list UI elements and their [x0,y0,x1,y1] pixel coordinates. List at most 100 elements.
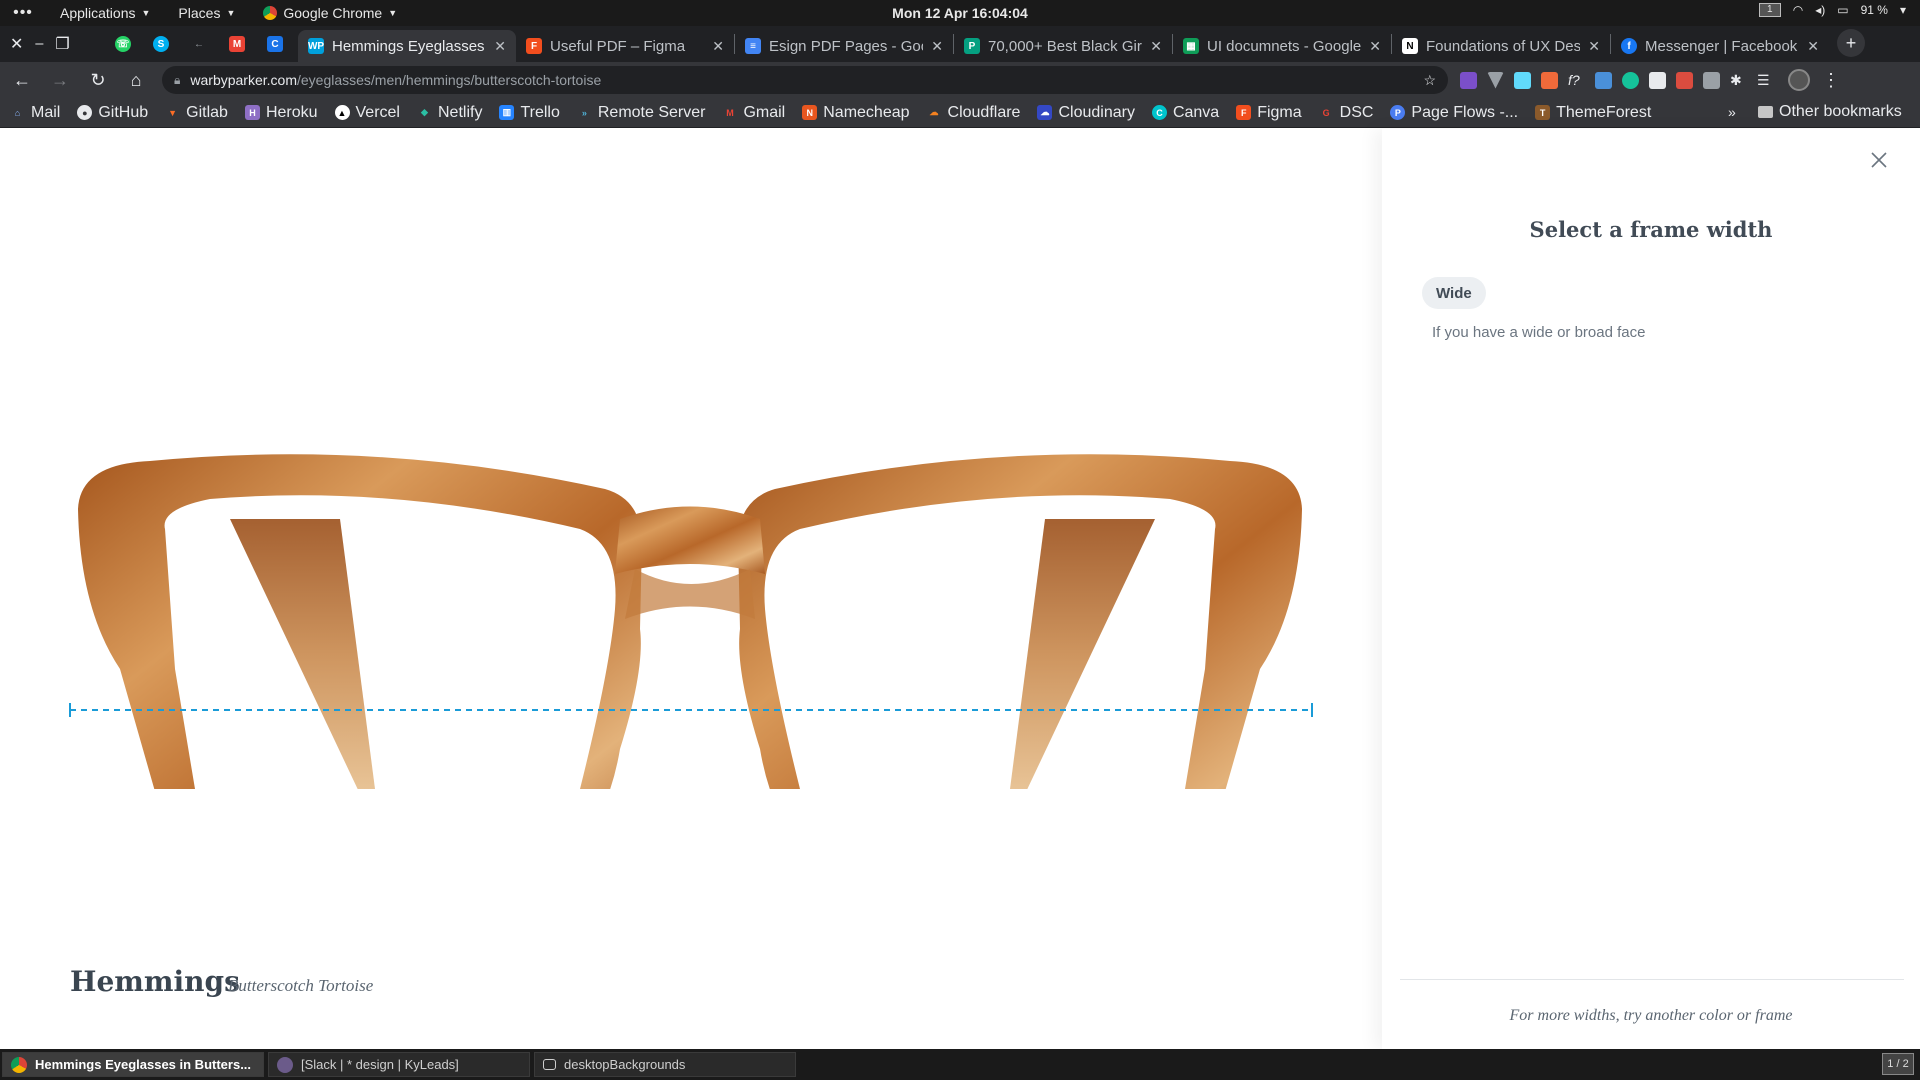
applications-menu[interactable]: Applications ▼ [46,5,164,21]
places-label: Places [178,5,221,21]
tab-ui-documents[interactable]: ▦ UI documnets - Google Sheets ✕ [1173,30,1391,62]
bookmark-page-flows[interactable]: P Page Flows -... [1390,104,1518,122]
whatfont-extension-icon[interactable]: f? [1568,72,1585,89]
bookmark-label: Trello [520,103,560,121]
minimize-window-icon[interactable]: ⎯ [35,35,43,53]
gitlab-icon: ▼ [168,107,178,118]
close-icon[interactable] [1868,149,1890,171]
reload-button[interactable]: ↻ [82,64,114,96]
chrome-menu-icon[interactable]: ⋮ [1822,70,1840,91]
react-devtools-icon[interactable] [1514,71,1531,89]
google-docs-icon: ≡ [745,38,761,54]
chrome-icon [11,1056,27,1073]
bookmark-mail[interactable]: ⌂ Mail [10,103,61,122]
tab-black-girl-photos[interactable]: P 70,000+ Best Black Girl Photos ✕ [954,30,1172,62]
places-menu[interactable]: Places ▼ [164,5,249,21]
system-top-bar: ••• Applications ▼ Places ▼ Google Chrom… [0,0,1920,26]
lastpass-extension-icon[interactable] [1541,71,1558,89]
bookmark-trello[interactable]: ▥ Trello [499,103,560,122]
app-menu-chrome[interactable]: Google Chrome ▼ [249,5,411,21]
bookmark-vercel[interactable]: ▲ Vercel [334,103,400,122]
reading-list-icon[interactable]: ☰ [1757,72,1774,89]
taskbar-item-slack[interactable]: [Slack | * design | KyLeads] [268,1052,530,1077]
puzzle-extensions-icon[interactable]: ✱ [1730,72,1747,89]
bookmark-label: Mail [31,103,61,121]
clipboard-extension-icon[interactable] [1703,71,1720,89]
bookmark-label: Netlify [437,103,483,121]
bookmark-github[interactable]: ● GitHub [77,104,148,122]
bookmark-gmail[interactable]: M Gmail [722,104,785,122]
bookmark-label: GitHub [98,103,149,121]
bookmark-cloudflare[interactable]: ☁ Cloudflare [927,104,1021,122]
gmail-icon: M [726,107,734,118]
bookmark-cloudinary[interactable]: ☁ Cloudinary [1037,103,1135,122]
screen-capture-extension-icon[interactable] [1595,71,1612,89]
close-tab-icon[interactable]: ✕ [494,38,506,55]
tab-hemmings-eyeglasses[interactable]: WP Hemmings Eyeglasses in Butterscotch T… [298,30,516,62]
vuetify-extension-icon[interactable] [1487,71,1504,89]
workspace-pager[interactable]: 1 / 2 [1882,1053,1914,1075]
bookmark-star-icon[interactable]: ☆ [1423,72,1436,89]
address-bar[interactable]: 🔒︎ warbyparker.com/eyeglasses/men/hemmin… [162,66,1448,94]
workspace-indicator[interactable]: 1 [1758,3,1781,17]
taskbar-item-folder[interactable]: desktopBackgrounds [534,1052,796,1077]
bookmark-themeforest[interactable]: T ThemeForest [1535,104,1651,122]
pinned-tab-gmail[interactable]: M [222,30,252,58]
url-text[interactable]: warbyparker.com/eyeglasses/men/hemmings/… [190,72,1413,88]
bookmark-label: Vercel [355,103,400,121]
grammarly-extension-icon[interactable] [1622,71,1639,89]
taskbar-item-chrome[interactable]: Hemmings Eyeglasses in Butters... [2,1052,264,1077]
other-bookmarks-folder[interactable]: Other bookmarks [1758,103,1902,121]
pinned-tab-back[interactable]: ← [184,30,214,58]
tab-foundations-ux[interactable]: N Foundations of UX Design ✕ [1392,30,1610,62]
bookmark-remote-server[interactable]: » Remote Server [577,104,706,122]
pinned-tab-whatsapp[interactable]: ☏ [108,30,138,58]
chrome-logo-icon [263,6,278,20]
back-button[interactable]: ← [6,64,38,96]
taskbar-item-label: [Slack | * design | KyLeads] [301,1057,459,1072]
pinned-tab-skype[interactable]: S [146,30,176,58]
quill-extension-icon[interactable] [1649,71,1666,89]
restore-window-icon[interactable]: ❐ [55,34,69,54]
status-area[interactable]: 1 ◠ ◂) ▭ 91 % ▾ [1758,3,1906,17]
forward-button[interactable]: → [44,64,76,96]
taskbar-item-label: Hemmings Eyeglasses in Butters... [35,1057,252,1072]
close-tab-icon[interactable]: ✕ [712,38,724,55]
caret-down-icon: ▼ [388,8,398,18]
caret-down-icon: ▼ [226,8,236,18]
bookmark-canva[interactable]: C Canva [1151,104,1219,122]
close-tab-icon[interactable]: ✕ [1807,38,1819,55]
bookmark-namecheap[interactable]: N Namecheap [802,104,910,122]
bookmark-netlify[interactable]: ◆ Netlify [417,104,482,122]
bookmark-gitlab[interactable]: ▼ Gitlab [165,104,228,122]
tab-esign-pdf-pages[interactable]: ≡ Esign PDF Pages - Google Docs ✕ [735,30,953,62]
close-window-icon[interactable]: ✕ [10,34,23,54]
product-name: Hemmings [70,965,240,998]
bookmark-heroku[interactable]: H Heroku [244,104,318,122]
profile-avatar-icon[interactable] [1788,69,1810,91]
calendar-extension-icon[interactable] [1460,71,1477,89]
new-tab-button[interactable]: + [1837,29,1865,57]
tab-useful-pdf-figma[interactable]: F Useful PDF – Figma ✕ [516,30,734,62]
close-tab-icon[interactable]: ✕ [1150,38,1162,55]
bookmarks-overflow-icon[interactable]: » [1728,104,1736,120]
close-tab-icon[interactable]: ✕ [931,38,943,55]
tab-messenger[interactable]: f Messenger | Facebook ✕ [1611,30,1829,62]
bookmark-figma[interactable]: F Figma [1236,104,1302,122]
bookmark-label: Cloudinary [1058,103,1135,121]
facebook-icon: f [1621,38,1637,54]
activities-dots-icon[interactable]: ••• [0,4,46,22]
todoist-extension-icon[interactable] [1676,71,1693,89]
home-button[interactable]: ⌂ [120,64,152,96]
width-option-wide[interactable]: Wide [1422,277,1486,309]
lock-icon: 🔒︎ [174,72,181,87]
product-color-name: Butterscotch Tortoise [228,976,374,995]
wifi-icon: ◠ [1792,3,1804,17]
close-tab-icon[interactable]: ✕ [1588,38,1600,55]
google-icon: G [1322,107,1330,118]
slack-icon [277,1056,293,1073]
figma-icon: F [1236,105,1252,120]
close-tab-icon[interactable]: ✕ [1369,38,1381,55]
pinned-tab-c[interactable]: C [260,30,290,58]
bookmark-dsc[interactable]: G DSC [1319,104,1374,122]
